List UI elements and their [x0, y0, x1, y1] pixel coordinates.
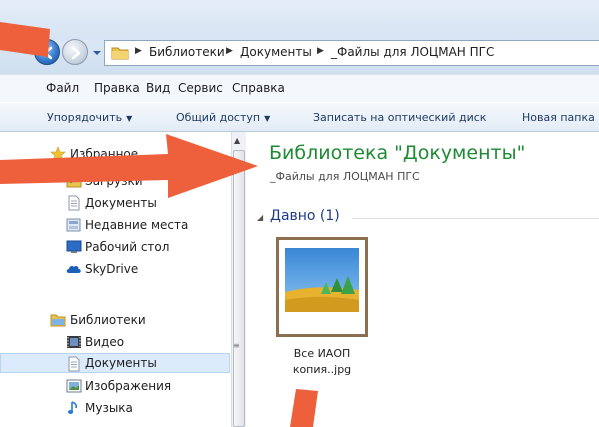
burn-disc-button[interactable]: Записать на оптический диск — [313, 111, 486, 124]
menu-edit[interactable]: Правка — [94, 81, 140, 95]
downloads-folder-icon — [66, 175, 82, 188]
scroll-grip-icon: ≡ — [233, 341, 240, 350]
breadcrumb-current-folder[interactable]: _Файлы для ЛОЦМАН ПГС — [331, 45, 494, 59]
arrow-right-icon — [71, 46, 81, 60]
chevron-down-icon: ▼ — [126, 114, 133, 123]
nav-item-skydrive[interactable]: SkyDrive — [0, 259, 230, 279]
menu-view[interactable]: Вид — [146, 81, 170, 95]
breadcrumb-separator-icon[interactable]: ▶ — [317, 46, 324, 56]
document-icon — [68, 356, 80, 372]
breadcrumb-separator-icon[interactable]: ▶ — [135, 46, 142, 56]
file-name-label[interactable]: Все ИАОП копия..jpg — [262, 346, 382, 378]
back-button[interactable] — [34, 39, 60, 65]
address-bar[interactable]: ▶ Библиотеки ▶ Документы ▶ _Файлы для ЛО… — [104, 40, 599, 66]
nav-libraries-label: Библиотеки — [70, 313, 146, 327]
new-folder-button[interactable]: Новая папка — [522, 111, 595, 124]
star-icon — [50, 146, 66, 162]
organize-label: Упорядочить — [47, 111, 123, 124]
nav-item-documents[interactable]: Документы — [0, 193, 230, 213]
nav-item-downloads[interactable]: Загрузки — [0, 171, 230, 191]
file-name-line: копия..jpg — [292, 363, 352, 376]
history-dropdown-icon[interactable] — [91, 47, 103, 59]
arrow-left-icon — [43, 46, 53, 60]
library-title: Библиотека "Документы" — [269, 142, 526, 164]
nav-label: Документы — [85, 196, 157, 210]
menu-file[interactable]: Файл — [46, 81, 79, 95]
nav-label: Загрузки — [85, 174, 143, 188]
nav-label: Недавние места — [85, 218, 189, 232]
libraries-folder-icon — [50, 314, 66, 327]
music-note-icon — [67, 401, 78, 414]
file-thumbnail[interactable] — [276, 237, 368, 337]
organize-button[interactable]: Упорядочить ▼ — [47, 111, 132, 124]
group-header[interactable]: Давно (1) — [270, 208, 340, 224]
nav-item-video[interactable]: Видео — [0, 332, 230, 352]
nav-item-music[interactable]: Музыка — [0, 398, 230, 418]
scrollbar-thumb[interactable] — [233, 150, 245, 427]
library-subtitle: _Файлы для ЛОЦМАН ПГС — [270, 170, 420, 183]
chevron-down-icon: ▼ — [264, 114, 271, 123]
share-label: Общий доступ — [176, 111, 261, 124]
nav-label: Видео — [85, 335, 125, 349]
file-name-line: Все ИАОП — [293, 347, 351, 360]
image-file-icon — [285, 248, 359, 312]
nav-item-documents-library[interactable]: Документы — [0, 353, 230, 373]
navigation-scrollbar[interactable]: ▲ — [231, 132, 246, 427]
scroll-up-icon[interactable]: ▲ — [234, 136, 240, 145]
navigation-pane: Избранное Загрузки Документы Недавние ме… — [0, 132, 232, 427]
desktop-icon — [66, 240, 82, 253]
menu-bar: Файл Правка Вид Сервис Справка — [0, 74, 599, 102]
pictures-icon — [66, 379, 82, 393]
menu-help[interactable]: Справка — [232, 81, 285, 95]
nav-label: Музыка — [85, 401, 133, 415]
nav-label: Изображения — [85, 379, 172, 393]
window-chrome — [0, 0, 599, 40]
nav-libraries[interactable]: Библиотеки — [0, 310, 230, 330]
breadcrumb-documents[interactable]: Документы — [240, 45, 312, 59]
nav-label: Документы — [85, 356, 157, 370]
nav-item-desktop[interactable]: Рабочий стол — [0, 237, 230, 257]
forward-button[interactable] — [62, 39, 88, 65]
nav-label: SkyDrive — [85, 262, 139, 276]
group-collapse-icon[interactable]: ◢ — [257, 213, 263, 222]
group-divider — [352, 218, 599, 219]
nav-item-recent-places[interactable]: Недавние места — [0, 215, 230, 235]
document-icon — [68, 195, 80, 211]
command-bar: Упорядочить ▼ Общий доступ ▼ Записать на о… — [0, 102, 599, 132]
nav-favorites[interactable]: Избранное — [0, 144, 230, 164]
recent-places-icon — [66, 218, 81, 232]
video-icon — [67, 336, 81, 348]
nav-item-pictures[interactable]: Изображения — [0, 376, 230, 396]
nav-favorites-label: Избранное — [70, 147, 139, 161]
nav-label: Рабочий стол — [85, 240, 170, 254]
breadcrumb-libraries[interactable]: Библиотеки — [149, 45, 225, 59]
folder-icon — [111, 47, 129, 60]
skydrive-cloud-icon — [66, 265, 81, 273]
breadcrumb-separator-icon[interactable]: ▶ — [226, 46, 233, 56]
share-button[interactable]: Общий доступ ▼ — [176, 111, 270, 124]
menu-tools[interactable]: Сервис — [178, 81, 223, 95]
